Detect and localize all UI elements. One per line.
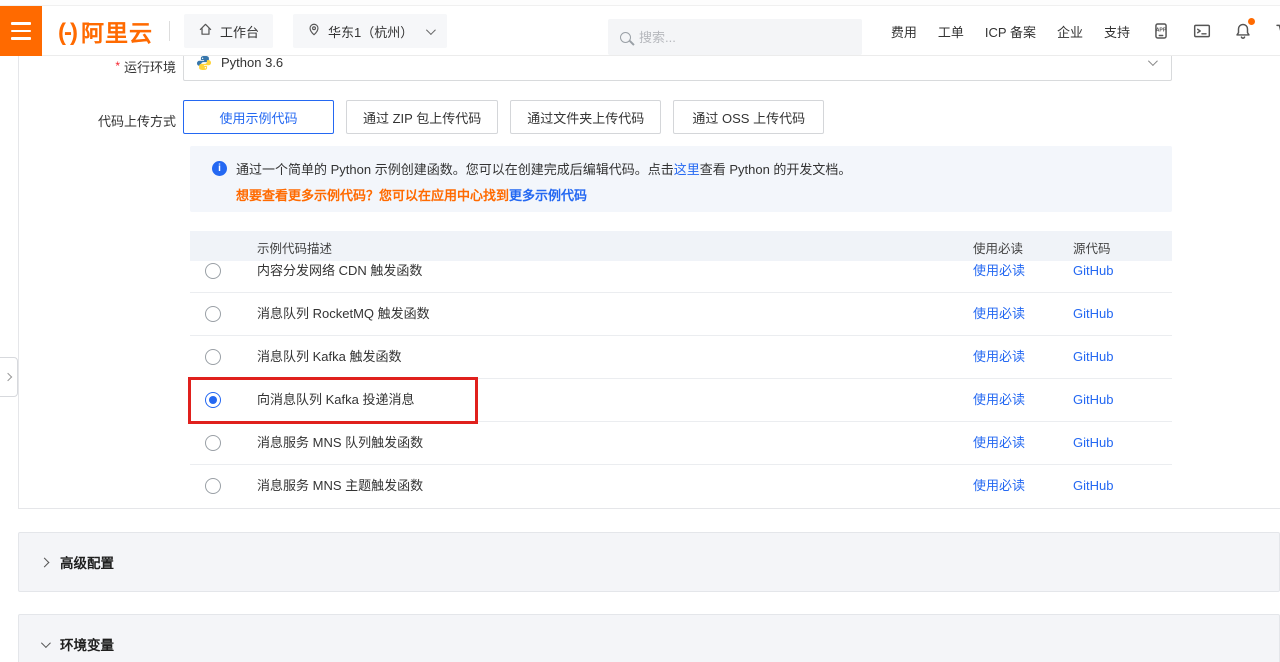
tab-zip-upload[interactable]: 通过 ZIP 包上传代码 (346, 100, 498, 134)
nav-item-billing[interactable]: 费用 (891, 22, 917, 41)
github-link[interactable]: GitHub (1073, 336, 1113, 378)
workbench-label: 工作台 (220, 22, 259, 41)
github-link[interactable]: GitHub (1073, 379, 1113, 421)
banner-line1: i 通过一个简单的 Python 示例创建函数。您可以在创建完成后编辑代码。点击… (212, 159, 851, 178)
radio-button[interactable] (205, 306, 221, 322)
navbar-right: 费用 工单 ICP 备案 企业 支持 APP (891, 6, 1280, 56)
radio-button[interactable] (205, 435, 221, 451)
chevron-down-icon (1148, 56, 1158, 66)
window-top-edge (0, 0, 1280, 6)
sample-table-body[interactable]: 内容分发网络 CDN 触发函数 使用必读 GitHub 消息队列 RocketM… (190, 261, 1172, 497)
advanced-config-toggle[interactable]: 高级配置 (19, 533, 1279, 591)
app-download-icon[interactable]: APP (1151, 21, 1171, 41)
sample-table-header: 示例代码描述 使用必读 源代码 (190, 231, 1172, 261)
upload-method-tabs: 使用示例代码 通过 ZIP 包上传代码 通过文件夹上传代码 通过 OSS 上传代… (183, 100, 824, 134)
terminal-icon[interactable] (1192, 21, 1212, 41)
read-link[interactable]: 使用必读 (973, 261, 1025, 292)
runtime-label: *运行环境 (46, 57, 176, 76)
divider (169, 21, 170, 41)
radio-button[interactable] (205, 263, 221, 279)
advanced-config-panel: 高级配置 (18, 532, 1280, 592)
table-row[interactable]: 消息队列 RocketMQ 触发函数 使用必读 GitHub (190, 293, 1172, 336)
radio-button-selected[interactable] (205, 392, 221, 408)
table-row[interactable]: 消息队列 Kafka 触发函数 使用必读 GitHub (190, 336, 1172, 379)
nav-item-tickets[interactable]: 工单 (938, 22, 964, 41)
read-link[interactable]: 使用必读 (973, 336, 1025, 378)
read-link[interactable]: 使用必读 (973, 422, 1025, 464)
tab-folder-upload[interactable]: 通过文件夹上传代码 (510, 100, 661, 134)
global-search[interactable] (608, 19, 862, 55)
region-selector[interactable]: 华东1（杭州） (293, 14, 447, 48)
search-input[interactable] (639, 30, 819, 45)
table-row-selected[interactable]: 向消息队列 Kafka 投递消息 使用必读 GitHub (190, 379, 1172, 422)
info-icon: i (212, 161, 227, 176)
cart-icon[interactable] (1274, 21, 1280, 41)
search-icon (620, 32, 631, 43)
nav-item-support[interactable]: 支持 (1104, 22, 1130, 41)
top-navbar: (-) 阿里云 工作台 华东1（杭州） 费用 (0, 6, 1280, 56)
table-row[interactable]: 内容分发网络 CDN 触发函数 使用必读 GitHub (190, 261, 1172, 293)
python-icon (196, 55, 212, 71)
col-header-source: 源代码 (1073, 238, 1111, 257)
chevron-down-icon (41, 638, 51, 648)
table-row[interactable]: 消息服务 MNS 队列触发函数 使用必读 GitHub (190, 422, 1172, 465)
workbench-button[interactable]: 工作台 (184, 14, 273, 48)
svg-text:APP: APP (1156, 28, 1167, 34)
panel-title: 高级配置 (60, 552, 114, 572)
chevron-right-icon (4, 373, 12, 381)
nav-item-enterprise[interactable]: 企业 (1057, 22, 1083, 41)
required-asterisk: * (115, 59, 120, 73)
read-link[interactable]: 使用必读 (973, 379, 1025, 421)
more-samples-link[interactable]: 更多示例代码 (509, 188, 587, 203)
chevron-down-icon (426, 25, 436, 35)
notification-dot (1248, 18, 1255, 25)
home-icon (198, 22, 213, 40)
region-label: 华东1（杭州） (328, 22, 413, 41)
github-link[interactable]: GitHub (1073, 261, 1113, 292)
navbar-left: (-) 阿里云 工作台 华东1（杭州） (0, 6, 447, 56)
env-variables-toggle[interactable]: 环境变量 (19, 615, 1279, 662)
panel-title: 环境变量 (60, 634, 114, 654)
logo-text: 阿里云 (81, 14, 153, 48)
location-pin-icon (307, 22, 321, 40)
logo-bracket-icon: (-) (58, 19, 76, 47)
col-header-description: 示例代码描述 (257, 238, 332, 257)
banner-line2: 想要查看更多示例代码？您可以在应用中心找到更多示例代码 (236, 185, 587, 204)
table-row[interactable]: 消息服务 MNS 主题触发函数 使用必读 GitHub (190, 465, 1172, 497)
read-link[interactable]: 使用必读 (973, 293, 1025, 335)
runtime-value: Python 3.6 (221, 55, 283, 70)
nav-item-icp[interactable]: ICP 备案 (985, 22, 1036, 41)
tab-oss-upload[interactable]: 通过 OSS 上传代码 (673, 100, 824, 134)
bell-icon[interactable] (1233, 21, 1253, 41)
col-header-read: 使用必读 (973, 238, 1023, 257)
env-variables-panel: 环境变量 (18, 614, 1280, 662)
github-link[interactable]: GitHub (1073, 465, 1113, 497)
upload-method-label: 代码上传方式 (46, 111, 176, 130)
read-link[interactable]: 使用必读 (973, 465, 1025, 497)
chevron-right-icon (40, 557, 50, 567)
tab-sample-code[interactable]: 使用示例代码 (183, 100, 334, 134)
aliyun-logo[interactable]: (-) 阿里云 (58, 14, 153, 48)
github-link[interactable]: GitHub (1073, 293, 1113, 335)
radio-button[interactable] (205, 478, 221, 494)
aliyun-console-page: (-) 阿里云 工作台 华东1（杭州） 费用 (0, 0, 1280, 662)
docs-here-link[interactable]: 这里 (674, 162, 700, 177)
github-link[interactable]: GitHub (1073, 422, 1113, 464)
sidebar-expander[interactable] (0, 357, 18, 397)
hamburger-menu-button[interactable] (0, 6, 42, 56)
info-banner: i 通过一个简单的 Python 示例创建函数。您可以在创建完成后编辑代码。点击… (190, 146, 1172, 212)
radio-button[interactable] (205, 349, 221, 365)
